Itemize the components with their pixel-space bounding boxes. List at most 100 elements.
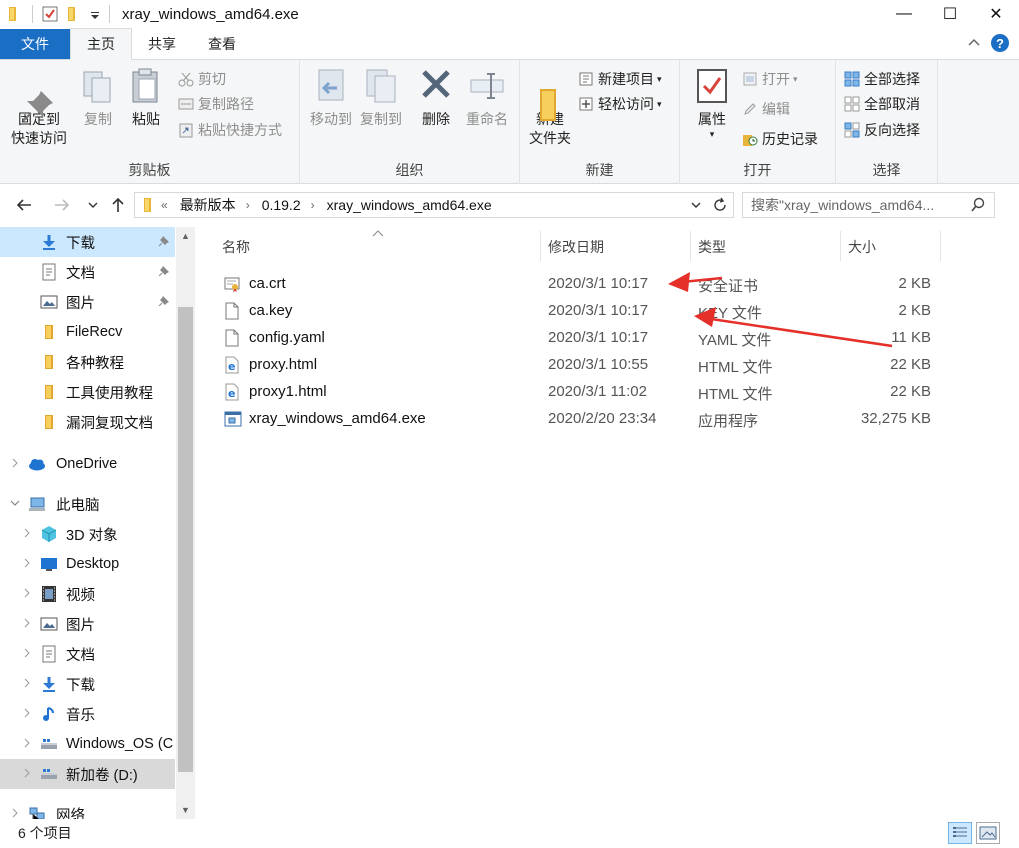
- copy-path-button[interactable]: 复制路径: [178, 93, 254, 115]
- copy-button[interactable]: 复制: [78, 66, 118, 129]
- tab-file[interactable]: 文件: [0, 29, 70, 59]
- breadcrumb-chevron-icon[interactable]: ›: [311, 198, 315, 212]
- nav-item[interactable]: 此电脑: [0, 489, 175, 519]
- nav-item[interactable]: 下载: [0, 227, 175, 257]
- chevron-right-icon[interactable]: [10, 458, 20, 471]
- large-icons-view-icon[interactable]: [976, 822, 1000, 844]
- column-divider[interactable]: [940, 231, 941, 261]
- chevron-down-icon[interactable]: [10, 498, 20, 511]
- nav-item[interactable]: 图片: [0, 287, 175, 317]
- nav-item[interactable]: 视频: [0, 579, 175, 609]
- file-row[interactable]: e proxy1.html 2020/3/1 11:02 HTML 文件 22 KB: [216, 378, 996, 405]
- new-folder-button[interactable]: 新建 文件夹: [526, 66, 574, 148]
- scroll-up-icon[interactable]: ▲: [176, 231, 195, 241]
- file-row[interactable]: ca.crt 2020/3/1 10:17 安全证书 2 KB: [216, 270, 996, 297]
- select-all-button[interactable]: 全部选择: [844, 68, 920, 90]
- close-button[interactable]: ✕: [973, 0, 1019, 28]
- details-view-icon[interactable]: [948, 822, 972, 844]
- tab-view[interactable]: 查看: [192, 29, 252, 59]
- chevron-right-icon[interactable]: [22, 708, 32, 721]
- column-divider[interactable]: [690, 231, 691, 261]
- help-icon[interactable]: ?: [991, 34, 1009, 52]
- tab-share[interactable]: 共享: [132, 29, 192, 59]
- chevron-right-icon[interactable]: [22, 678, 32, 691]
- chevron-right-icon[interactable]: [10, 808, 20, 820]
- column-type[interactable]: 类型: [698, 237, 726, 257]
- tab-home[interactable]: 主页: [70, 28, 132, 60]
- new-item-button[interactable]: 新建项目 ▾: [578, 68, 662, 90]
- breadcrumb-item[interactable]: xray_windows_amd64.exe: [327, 197, 492, 213]
- nav-item[interactable]: 漏洞复现文档: [0, 407, 175, 437]
- file-row[interactable]: xray_windows_amd64.exe 2020/2/20 23:34 应用程…: [216, 405, 996, 432]
- nav-item[interactable]: 工具使用教程: [0, 377, 175, 407]
- chevron-right-icon[interactable]: [22, 618, 32, 631]
- file-row[interactable]: config.yaml 2020/3/1 10:17 YAML 文件 11 KB: [216, 324, 996, 351]
- nav-item[interactable]: 文档: [0, 257, 175, 287]
- properties-icon[interactable]: [41, 5, 59, 23]
- chevron-right-icon[interactable]: [22, 558, 32, 571]
- chevron-right-icon[interactable]: [22, 588, 32, 601]
- refresh-icon[interactable]: [711, 196, 729, 217]
- chevron-right-icon[interactable]: [22, 648, 32, 661]
- nav-item[interactable]: 音乐: [0, 699, 175, 729]
- chevron-right-icon[interactable]: [22, 738, 32, 751]
- properties-button[interactable]: 属性 ▾: [692, 66, 732, 139]
- nav-item[interactable]: FileRecv: [0, 317, 175, 347]
- edit-button[interactable]: 编辑: [742, 98, 790, 120]
- minimize-button[interactable]: —: [881, 0, 927, 28]
- nav-scrollbar[interactable]: ▲ ▼: [176, 227, 195, 819]
- column-divider[interactable]: [840, 231, 841, 261]
- new-folder-icon[interactable]: [65, 5, 83, 23]
- column-divider[interactable]: [540, 231, 541, 261]
- history-button[interactable]: 历史记录: [742, 128, 818, 150]
- chevron-right-icon[interactable]: [22, 768, 32, 781]
- open-button[interactable]: 打开 ▾: [742, 68, 798, 90]
- nav-item[interactable]: Desktop: [0, 549, 175, 579]
- customize-dropdown-icon[interactable]: [89, 5, 101, 23]
- nav-item[interactable]: 网络: [0, 799, 175, 819]
- breadcrumb-chevron-icon[interactable]: ›: [246, 198, 250, 212]
- up-arrow-icon[interactable]: [108, 195, 128, 220]
- network-icon: [28, 805, 46, 819]
- nav-item[interactable]: 各种教程: [0, 347, 175, 377]
- breadcrumb-item[interactable]: 0.19.2: [262, 197, 301, 213]
- copy-to-button[interactable]: 复制到: [356, 66, 406, 129]
- invert-selection-button[interactable]: 反向选择: [844, 119, 920, 141]
- select-all-icon: [844, 71, 860, 87]
- file-row[interactable]: ca.key 2020/3/1 10:17 KEY 文件 2 KB: [216, 297, 996, 324]
- nav-item[interactable]: Windows_OS (C: [0, 729, 175, 759]
- select-none-button[interactable]: 全部取消: [844, 93, 920, 115]
- nav-item[interactable]: 图片: [0, 609, 175, 639]
- address-dropdown-icon[interactable]: [689, 197, 703, 216]
- breadcrumb-item[interactable]: 最新版本: [180, 195, 236, 215]
- search-input[interactable]: 搜索"xray_windows_amd64...: [751, 195, 934, 215]
- breadcrumb-overflow[interactable]: «: [161, 198, 168, 212]
- nav-item[interactable]: 3D 对象: [0, 519, 175, 549]
- chevron-right-icon[interactable]: [22, 528, 32, 541]
- cut-button[interactable]: 剪切: [178, 68, 226, 90]
- collapse-ribbon-icon[interactable]: [967, 35, 981, 52]
- nav-item[interactable]: 新加卷 (D:): [0, 759, 175, 789]
- nav-item[interactable]: OneDrive: [0, 449, 175, 479]
- nav-item[interactable]: 下载: [0, 669, 175, 699]
- scroll-down-icon[interactable]: ▼: [176, 805, 195, 815]
- scrollbar-thumb[interactable]: [178, 307, 193, 772]
- search-box[interactable]: 搜索"xray_windows_amd64...: [742, 192, 995, 218]
- forward-arrow-icon[interactable]: [52, 195, 72, 220]
- address-bar[interactable]: « 最新版本 › 0.19.2 › xray_windows_amd64.exe: [134, 192, 734, 218]
- file-row[interactable]: e proxy.html 2020/3/1 10:55 HTML 文件 22 KB: [216, 351, 996, 378]
- paste-shortcut-button[interactable]: 粘贴快捷方式: [178, 119, 282, 141]
- back-arrow-icon[interactable]: [14, 195, 34, 220]
- pin-quick-access-button[interactable]: 固定到 快速访问: [8, 66, 70, 148]
- delete-button[interactable]: 删除: [416, 66, 456, 129]
- rename-button[interactable]: 重命名: [462, 66, 512, 129]
- paste-button[interactable]: 粘贴: [126, 66, 166, 129]
- maximize-button[interactable]: ☐: [927, 0, 973, 28]
- nav-item[interactable]: 文档: [0, 639, 175, 669]
- column-name[interactable]: 名称: [222, 237, 250, 257]
- recent-locations-chevron-icon[interactable]: [86, 195, 100, 220]
- column-size[interactable]: 大小: [848, 237, 876, 257]
- column-date[interactable]: 修改日期: [548, 237, 604, 257]
- easy-access-button[interactable]: 轻松访问 ▾: [578, 93, 662, 115]
- move-to-button[interactable]: 移动到: [306, 66, 356, 129]
